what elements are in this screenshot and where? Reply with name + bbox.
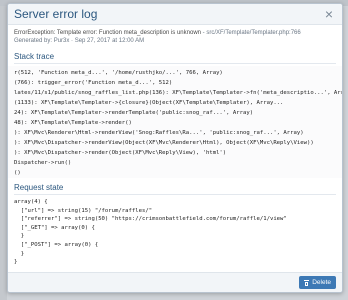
stack-trace-line: ): XF\Mvc\Dispatcher->render(Object(XF\M… [14, 150, 227, 156]
stack-trace-line: 24): XF\Template\Templater->renderTempla… [14, 110, 254, 116]
request-state-line: ["url"] => string(15) "/forum/raffles/" [14, 207, 153, 214]
request-state-line: ["referrer"] => string(50) "https://crim… [14, 216, 287, 223]
request-state-line: } [14, 233, 25, 240]
delete-label: Delete [312, 279, 331, 286]
stack-trace-line: () [14, 170, 21, 176]
error-meta: ErrorException: Template error: Function… [8, 25, 342, 45]
stack-trace-line: ): XF\Mvc\Dispatcher->renderView(Object(… [14, 140, 314, 146]
stack-trace-line: 48): XF\Template\Template->render() [14, 120, 132, 126]
modal-header: Server error log × [8, 4, 342, 25]
stack-trace-line: Dispatcher->run() [14, 160, 72, 166]
trash-icon [304, 279, 310, 286]
stack-trace-line: ): XF\Mvc\Renderer\Html->renderView('Sno… [14, 130, 304, 136]
modal-footer: Delete [8, 272, 342, 292]
request-state-heading: Request state [14, 183, 336, 195]
request-state-line: } [14, 250, 25, 257]
generated-by: Generated by: Pur3x · Sep 27, 2017 at 12… [14, 38, 145, 44]
stack-trace-line: r(512, 'Function meta_d...', '/home/rust… [14, 70, 223, 76]
error-type: ErrorException: [14, 30, 56, 36]
stack-trace: r(512, 'Function meta_d...', '/home/rust… [8, 66, 342, 178]
stack-trace-line: (766): trigger_error('Function meta_d...… [14, 80, 173, 86]
stack-trace-heading: Stack trace [14, 52, 336, 64]
request-state-line: array(4) { [14, 199, 48, 205]
request-state: array(4) { ["url"] => string(15) "/forum… [14, 198, 336, 267]
request-state-line: ["_POST"] => array(0) { [14, 241, 99, 248]
error-summary: ErrorException: Template error: Function… [14, 29, 336, 37]
page-backdrop-edge [0, 6, 7, 300]
error-message: Template error: Function meta_descriptio… [56, 30, 201, 36]
stack-trace-line: lates/11/s1/public/snog_raffles_list.php… [14, 90, 342, 96]
delete-button[interactable]: Delete [299, 276, 336, 289]
request-state-line: ["_GET"] => array(0) { [14, 224, 95, 231]
close-icon[interactable]: × [322, 6, 336, 22]
modal-title: Server error log [14, 7, 98, 21]
error-location: - src/XF/Template/Templater.php:766 [202, 30, 301, 36]
stack-trace-line: (1133): XF\Template\Templater->{closure}… [14, 100, 284, 106]
request-state-line: } [14, 259, 18, 266]
server-error-modal: Server error log × ErrorException: Templ… [7, 3, 343, 293]
